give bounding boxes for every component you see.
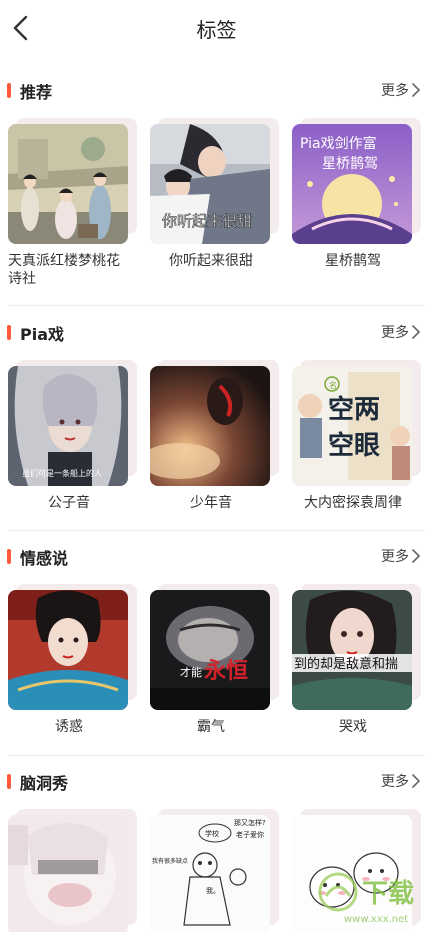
card-label: 大内密探袁周律 xyxy=(304,495,402,511)
tag-card[interactable]: 虽们可是一条船上的人 公子音 xyxy=(8,360,137,512)
section-emotion: 情感说 更多 诱惑 才能 永恒 霸气 到的却是敌意和揣 哭戏 xyxy=(0,542,433,752)
card-label: 星桥鹊驾 xyxy=(325,253,381,269)
cover-overlay-3: 老子爱你 xyxy=(236,830,264,839)
cover-image: 才能 永恒 xyxy=(150,590,270,710)
more-link[interactable]: 更多 xyxy=(381,771,421,791)
section-accent-bar xyxy=(7,83,11,98)
section-title: 推荐 xyxy=(20,83,53,102)
chevron-right-icon xyxy=(412,549,421,563)
chevron-right-icon xyxy=(412,325,421,339)
card-label: 你听起来很甜 xyxy=(169,253,253,269)
cover-overlay-line1: Pia戏剑作富 xyxy=(300,135,377,152)
chevron-right-icon xyxy=(412,83,421,97)
section-title: 情感说 xyxy=(20,549,69,568)
cover-image xyxy=(8,124,128,244)
cover-image: 名 空两 空眼 xyxy=(292,366,412,486)
nav-bar: 标签 xyxy=(0,0,433,58)
cover-image: 学校 那又怎样? 老子爱你 我有很多缺点 我。 xyxy=(150,815,270,932)
card-label: 霸气 xyxy=(197,719,225,735)
section-accent-bar xyxy=(7,549,11,564)
tag-card[interactable]: 学校 那又怎样? 老子爱你 我有很多缺点 我。 xyxy=(150,809,279,932)
section-header: 推荐 更多 xyxy=(0,76,433,106)
section-header: 情感说 更多 xyxy=(0,542,433,572)
cover-overlay-line2: 空眼 xyxy=(328,430,380,461)
tag-card[interactable]: Pia戏剑作富 星桥鹊驾 星桥鹊驾 xyxy=(292,118,421,270)
tag-card[interactable]: 到的却是敌意和揣 哭戏 xyxy=(292,584,421,736)
cover-image: 你听起来很甜 xyxy=(150,124,270,244)
section-accent-bar xyxy=(7,774,11,789)
cover-image xyxy=(150,366,270,486)
more-link[interactable]: 更多 xyxy=(381,546,421,566)
cover-overlay-line1: 空两 xyxy=(328,394,380,425)
card-label: 诱惑 xyxy=(55,719,83,735)
watermark-subtext: www.xxx.net xyxy=(344,914,408,925)
watermark-text: 下载 xyxy=(362,879,414,909)
more-link[interactable]: 更多 xyxy=(381,80,421,100)
cover-overlay-small: 才能 xyxy=(180,665,202,679)
more-label: 更多 xyxy=(381,83,409,99)
tag-card[interactable]: 少年音 xyxy=(150,360,279,512)
cover-overlay-5: 我。 xyxy=(206,886,220,895)
cover-image xyxy=(8,815,128,932)
card-label: 天真派红楼梦桃花诗社 xyxy=(8,253,120,287)
chevron-right-icon xyxy=(412,774,421,788)
cover-overlay-1: 学校 xyxy=(205,829,219,838)
cover-overlay-line2: 星桥鹊驾 xyxy=(322,155,378,172)
section-header: Pia戏 更多 xyxy=(0,318,433,348)
cover-overlay-4: 我有很多缺点 xyxy=(152,857,188,865)
cover-overlay-text: 你听起来很甜 xyxy=(162,212,252,230)
section-recommend: 推荐 更多 天真派红楼梦桃花诗社 你听起来很甜 你听起来很甜 Pia戏剑作富 星… xyxy=(0,76,433,301)
cover-overlay-seal: 名 xyxy=(329,380,337,390)
more-label: 更多 xyxy=(381,774,409,790)
tag-card[interactable]: 你听起来很甜 你听起来很甜 xyxy=(150,118,279,270)
cover-overlay-text: 虽们可是一条船上的人 xyxy=(22,468,102,478)
card-label: 少年音 xyxy=(190,495,232,511)
cover-overlay-2: 那又怎样? xyxy=(234,818,266,827)
section-title: Pia戏 xyxy=(20,325,65,344)
cover-overlay-big: 永恒 xyxy=(204,658,248,684)
card-label: 公子音 xyxy=(48,495,90,511)
more-link[interactable]: 更多 xyxy=(381,322,421,342)
cover-image: Pia戏剑作富 星桥鹊驾 xyxy=(292,124,412,244)
cover-image: 虽们可是一条船上的人 xyxy=(8,366,128,486)
tag-card[interactable]: 天真派红楼梦桃花诗社 xyxy=(8,118,137,288)
divider xyxy=(8,530,425,531)
section-header: 脑洞秀 更多 xyxy=(0,767,433,797)
section-accent-bar xyxy=(7,325,11,340)
cover-overlay-text: 到的却是敌意和揣 xyxy=(294,656,398,672)
tag-card[interactable]: 诱惑 xyxy=(8,584,137,736)
more-label: 更多 xyxy=(381,549,409,565)
tag-card[interactable]: 名 空两 空眼 大内密探袁周律 xyxy=(292,360,421,512)
section-title: 脑洞秀 xyxy=(20,774,69,793)
section-pia: Pia戏 更多 虽们可是一条船上的人 公子音 少年音 名 空两 空眼 大内密探袁… xyxy=(0,318,433,528)
more-label: 更多 xyxy=(381,325,409,341)
site-watermark: 下载 www.xxx.net xyxy=(316,866,430,926)
cover-image: 到的却是敌意和揣 xyxy=(292,590,412,710)
divider xyxy=(8,755,425,756)
card-label: 哭戏 xyxy=(339,719,367,735)
tag-card[interactable] xyxy=(8,809,137,932)
divider xyxy=(8,305,425,306)
page-title: 标签 xyxy=(196,18,237,42)
cover-image xyxy=(8,590,128,710)
tag-card[interactable]: 才能 永恒 霸气 xyxy=(150,584,279,736)
